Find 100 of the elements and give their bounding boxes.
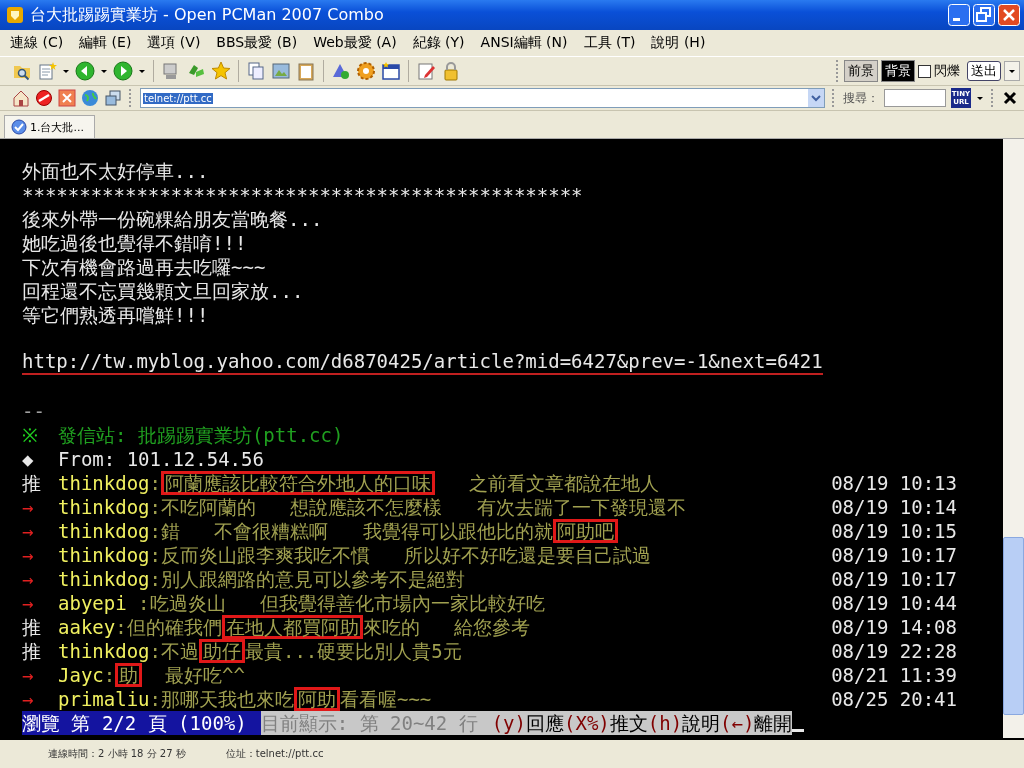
comment-user: thinkdog xyxy=(58,495,150,519)
tab[interactable]: 1.台大批... xyxy=(4,115,95,138)
link[interactable]: http://tw.myblog.yahoo.com/d6870425/article?mid=6427&prev=-1&next=6421 xyxy=(22,351,823,375)
from-text: From: 101.12.54.56 xyxy=(58,447,264,471)
comment-text: 來吃的 給您參考 xyxy=(362,615,530,639)
comment-text: :吃過炎山 但我覺得善化市場內一家比較好吃 xyxy=(137,591,545,615)
hotkey: (X%) xyxy=(564,711,610,735)
clipboard-icon[interactable] xyxy=(296,61,316,81)
comment-time: 08/19 10:44 xyxy=(831,591,957,615)
terminal-text: 下次有機會路過再去吃囉~~~ xyxy=(22,255,266,279)
comment-text: :不吃阿蘭的 想說應該不怎麼樣 有次去踹了一下發現還不 xyxy=(149,495,686,519)
menu-item[interactable]: BBS最愛 (B) xyxy=(210,32,304,54)
comment-time: 08/25 20:41 xyxy=(831,687,957,711)
hotkey: (y) xyxy=(491,711,526,735)
source-text: 發信站: 批踢踢實業坊(ptt.cc) xyxy=(58,423,344,447)
comment-tag: → xyxy=(22,591,58,615)
window-title: 台大批踢踢實業坊 - Open PCMan 2007 Combo xyxy=(30,4,385,26)
home-icon[interactable] xyxy=(12,89,30,107)
check-circle-icon xyxy=(11,119,27,135)
comment-tag: → xyxy=(22,495,58,519)
comment-user: thinkdog xyxy=(58,543,150,567)
address-field[interactable]: telnet://ptt.cc xyxy=(140,88,825,108)
copy-icon[interactable] xyxy=(246,61,266,81)
menu-item[interactable]: Web最愛 (A) xyxy=(307,32,403,54)
comment-user: Jayc xyxy=(58,663,104,687)
comment-user: thinkdog xyxy=(58,567,150,591)
menu-item[interactable]: 說明 (H) xyxy=(645,32,712,54)
windows-icon[interactable] xyxy=(104,89,122,107)
hotkey-label: 推文 xyxy=(609,711,648,735)
comment-user: aakey xyxy=(58,615,116,639)
color-button[interactable]: 背景 xyxy=(881,60,915,82)
comment-time: 08/19 10:17 xyxy=(831,567,957,591)
checkbox[interactable] xyxy=(918,64,931,78)
highlighted-text: 阿蘭應該比較符合外地人的口味 xyxy=(160,471,435,495)
send-button[interactable]: 送出 xyxy=(967,61,1001,81)
globe-icon[interactable] xyxy=(81,89,99,107)
color-button[interactable]: 前景 xyxy=(844,60,878,82)
menu-item[interactable]: 選項 (V) xyxy=(141,32,207,54)
comment-user: abyepi xyxy=(58,591,127,615)
scrollbar-thumb[interactable] xyxy=(1003,537,1024,715)
lock-icon[interactable] xyxy=(441,61,461,81)
terminal-text: ************************************************* xyxy=(22,183,583,207)
signature-separator: -- xyxy=(22,399,45,423)
checkbox-label: 閃爍 xyxy=(934,62,960,80)
minimize-icon[interactable] xyxy=(948,4,970,26)
address-text: 位址：telnet://ptt.cc xyxy=(225,747,324,761)
comment-text: :但的確我們 xyxy=(115,615,222,639)
connection-time: 連線時間：2 小時 18 分 27 秒 xyxy=(48,747,186,761)
terminal-text: 回程還不忘買幾顆文旦回家放... xyxy=(22,279,304,303)
terminal-text: 後來外帶一份碗粿給朋友當晚餐... xyxy=(22,207,323,231)
menu-item[interactable]: 紀錄 (Y) xyxy=(406,32,471,54)
highlighted-text: 在地人都買阿助 xyxy=(221,615,363,639)
comment-tag: → xyxy=(22,663,58,687)
hotkey-label: 離開 xyxy=(754,711,793,735)
document-star-icon[interactable] xyxy=(37,61,57,81)
window-icon[interactable] xyxy=(381,61,401,81)
caret-icon[interactable] xyxy=(976,94,984,102)
scrollbar[interactable] xyxy=(1003,139,1024,738)
comment-time: 08/21 11:39 xyxy=(831,663,957,687)
caret-icon[interactable] xyxy=(138,67,146,75)
comment-time: 08/19 10:14 xyxy=(831,495,957,519)
comment-user: thinkdog xyxy=(58,519,150,543)
terminal-text: 她吃過後也覺得不錯唷!!! xyxy=(22,231,247,255)
comment-time: 08/19 22:28 xyxy=(831,639,957,663)
hotkey: (h) xyxy=(647,711,683,735)
comment-text: :那哪天我也來吃 xyxy=(149,687,294,711)
comment-text: 最好吃^^ xyxy=(164,663,245,687)
highlighted-text: 助仔 xyxy=(198,639,245,663)
comment-time: 08/19 10:13 xyxy=(831,471,957,495)
comment-text: :錯 不會很糟糕啊 我覺得可以跟他比的就 xyxy=(149,519,553,543)
search-field[interactable] xyxy=(884,89,946,107)
comment-tag: 推 xyxy=(22,471,58,495)
comment-tag: 推 xyxy=(22,639,58,663)
highlighted-text: 助 xyxy=(115,663,143,687)
picture-icon[interactable] xyxy=(271,61,291,81)
menu-item[interactable]: 連線 (C) xyxy=(4,32,70,54)
comment-time: 08/19 10:17 xyxy=(831,543,957,567)
notepad-icon[interactable] xyxy=(416,61,436,81)
star-icon[interactable] xyxy=(211,61,231,81)
restore-icon[interactable] xyxy=(973,4,995,26)
comment-text: 之前看文章都說在地人 xyxy=(468,471,660,495)
comment-time: 08/19 10:15 xyxy=(831,519,957,543)
close-box-icon[interactable] xyxy=(58,89,76,107)
comment-text: :別人跟網路的意見可以參考不是絕對 xyxy=(149,567,465,591)
no-entry-icon[interactable] xyxy=(35,89,53,107)
caret-icon xyxy=(1008,67,1016,75)
close-icon[interactable] xyxy=(1002,90,1018,106)
comment-text: : xyxy=(149,471,161,495)
comment-text: 看看喔~~~ xyxy=(339,687,432,711)
line-range: 目前顯示: 第 20~42 行 xyxy=(260,711,479,735)
menu-item[interactable]: 編輯 (E) xyxy=(73,32,138,54)
caret-icon[interactable] xyxy=(100,67,108,75)
menu-item[interactable]: 工具 (T) xyxy=(577,32,642,54)
comment-text: : xyxy=(103,663,116,687)
caret-icon[interactable] xyxy=(62,67,70,75)
gear-icon[interactable] xyxy=(356,61,376,81)
menu-item[interactable]: ANSI編輯 (N) xyxy=(474,32,574,54)
dropdown-button[interactable] xyxy=(1004,61,1020,81)
comment-tag: → xyxy=(22,543,58,567)
highlighted-text: 阿助吧 xyxy=(552,519,618,543)
